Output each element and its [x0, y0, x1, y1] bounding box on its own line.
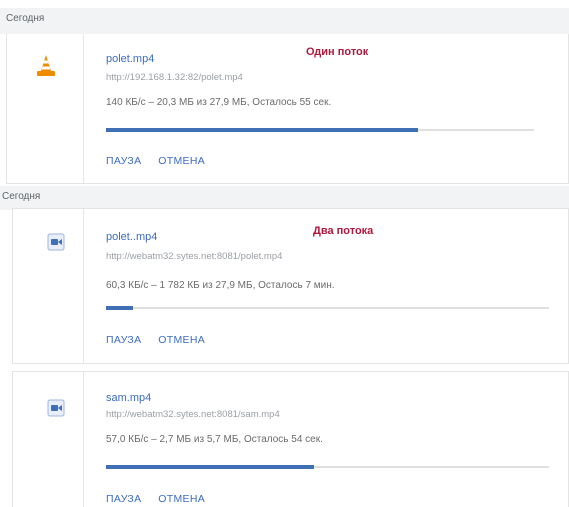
- video-file-icon: [47, 399, 65, 422]
- download-item-polet: polet..mp4 http://webatm32.sytes.net:808…: [12, 208, 569, 364]
- annotation-one-stream: Один поток: [306, 46, 369, 58]
- file-url[interactable]: http://192.168.1.32:82/polet.mp4: [106, 72, 243, 83]
- section-header-today: Сегодня: [0, 186, 569, 210]
- progress-fill: [106, 128, 419, 132]
- download-status: 140 КБ/с – 20,3 МБ из 27,9 МБ, Осталось …: [106, 97, 332, 108]
- progress-bar: [106, 306, 549, 310]
- annotation-two-streams: Два потока: [313, 225, 374, 237]
- file-url[interactable]: http://webatm32.sytes.net:8081/polet.mp4: [106, 251, 282, 262]
- download-status: 60,3 КБ/с – 1 782 КБ из 27,9 МБ, Осталос…: [106, 280, 335, 291]
- section-header-today: Сегодня: [0, 8, 569, 34]
- video-file-icon: [47, 233, 65, 256]
- cancel-button[interactable]: ОТМЕНА: [158, 334, 205, 346]
- progress-bar: [106, 465, 549, 469]
- download-item-polet: polet.mp4 http://192.168.1.32:82/polet.m…: [6, 34, 569, 184]
- pause-button[interactable]: ПАУЗА: [106, 155, 141, 167]
- progress-bar: [106, 128, 534, 132]
- cancel-button[interactable]: ОТМЕНА: [158, 493, 205, 505]
- file-url[interactable]: http://webatm32.sytes.net:8081/sam.mp4: [106, 409, 280, 420]
- cancel-button[interactable]: ОТМЕНА: [158, 155, 205, 167]
- progress-fill: [106, 465, 315, 469]
- pause-button[interactable]: ПАУЗА: [106, 493, 141, 505]
- download-status: 57,0 КБ/с – 2,7 МБ из 5,7 МБ, Осталось 5…: [106, 434, 323, 445]
- section-header-label: Сегодня: [2, 191, 41, 202]
- file-name-link[interactable]: sam.mp4: [106, 392, 151, 404]
- download-item-sam: sam.mp4 http://webatm32.sytes.net:8081/s…: [12, 371, 569, 507]
- pause-button[interactable]: ПАУЗА: [106, 334, 141, 346]
- progress-fill: [106, 306, 133, 310]
- file-name-link[interactable]: polet..mp4: [106, 231, 157, 243]
- vlc-cone-icon: [35, 54, 57, 83]
- file-name-link[interactable]: polet.mp4: [106, 53, 154, 65]
- section-header-label: Сегодня: [6, 13, 45, 24]
